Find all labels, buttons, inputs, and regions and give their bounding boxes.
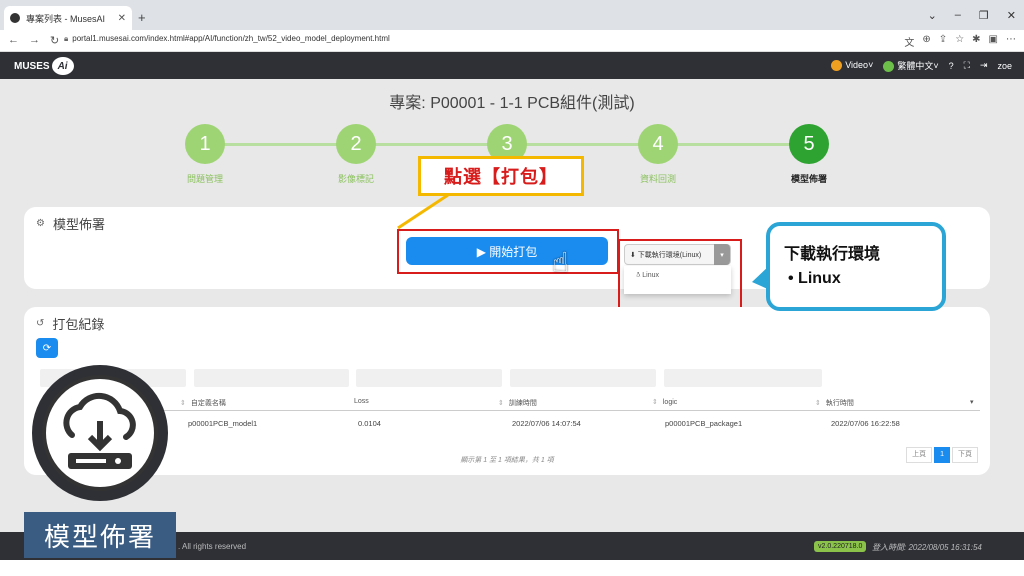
star-icon[interactable]: ☆ [955,34,964,49]
app-header: MUSES Ai Video˅ 繁體中文˅ ? ⛶ ⇥ zoe [0,52,1024,79]
restore-icon[interactable]: ❐ [979,9,989,22]
page-1-button[interactable]: 1 [934,447,950,463]
table-row[interactable]: p00001PCB_model1 0.0104 2022/07/06 14:07… [40,413,980,433]
language-menu[interactable]: 繁體中文˅ [883,59,939,73]
address-bar: ← → ↻ 🔒︎ portal1.musesai.com/index.html#a… [0,30,1024,52]
download-dropdown-menu: 🐧︎ Linux [624,266,731,294]
window-controls: ⌄ – ❐ ✕ [928,9,1016,22]
table-header: ⇕ 自定義名稱 Loss ⇕ 訓練時間 ⇕ logic ⇕ 執行時間 ▾ [40,393,980,411]
page-info: 顯示第 1 至 1 項結果，共 1 項 [460,457,554,464]
cloud-download-icon [42,375,158,491]
logo-ai-badge: Ai [51,57,74,75]
share-icon[interactable]: ⇪ [939,34,947,49]
step-5[interactable]: 5 模型佈署 [769,124,849,185]
translate-icon[interactable]: 文 [904,34,914,49]
video-icon [831,60,843,72]
zoom-icon[interactable]: ⊕ [922,34,930,49]
step-label: 影像標記 [337,174,374,184]
step-number: 5 [789,124,829,164]
logo[interactable]: MUSES Ai [14,57,74,75]
cell-loss: 0.0104 [358,419,381,428]
column-header[interactable]: ⇕ logic [652,398,677,406]
step-number: 2 [336,124,376,164]
language-label: 繁體中文 [897,61,934,71]
filter-input[interactable] [356,369,502,387]
new-tab-button[interactable]: + [138,10,146,25]
gears-icon: ⚙ [36,218,45,229]
step-1[interactable]: 1 問題管理 [165,124,245,185]
copyright-text: . All rights reserved [178,542,247,551]
forward-icon[interactable]: → [29,34,40,47]
download-env-label: ⬇ 下載執行環境(Linux) [630,251,702,259]
video-label: Video [845,60,869,70]
prev-page-button[interactable]: 上頁 [906,447,933,463]
cell-logic: p00001PCB_package1 [665,419,743,428]
user-name[interactable]: zoe [997,61,1012,71]
step-label: 問題管理 [186,174,223,184]
reload-icon[interactable]: ↻ [50,34,59,47]
url-field[interactable]: 🔒︎ portal1.musesai.com/index.html#app/AI/… [64,34,390,44]
filter-input[interactable] [510,369,656,387]
filter-input[interactable] [194,369,349,387]
download-callout: 下載執行環境 • Linux [766,222,946,311]
fullscreen-icon[interactable]: ⛶ [964,60,970,71]
tab-close-icon[interactable]: ✕ [118,13,126,24]
url-text: portal1.musesai.com/index.html#app/AI/fu… [72,34,390,43]
sidebar-icon[interactable]: ▣ [989,34,998,49]
help-icon[interactable]: ? [949,61,954,71]
sort-desc-icon[interactable]: ▾ [970,398,974,406]
close-window-icon[interactable]: ✕ [1007,9,1016,22]
video-menu[interactable]: Video˅ [831,60,873,72]
step-label: 模型佈署 [790,174,827,184]
history-icon: ↺ [36,318,45,329]
column-header[interactable]: ⇕ 訓練時間 [498,398,537,408]
step-2[interactable]: 2 影像標記 [316,124,396,185]
lock-icon: 🔒︎ [64,34,69,43]
tab-search-icon[interactable]: ⌄ [928,9,937,22]
column-header[interactable]: Loss [354,398,369,405]
records-card: ↺ 打包紀錄 ⟳ ⇕ 自定義名稱 Loss ⇕ 訓練時間 ⇕ logic ⇕ 執行時間 ▾… [24,307,990,475]
extensions-icon[interactable]: ✱ [972,34,980,49]
callout-title: 下載執行環境 [784,246,881,263]
step-number: 4 [638,124,678,164]
download-env-button[interactable]: ⬇ 下載執行環境(Linux) ▾ [624,244,731,265]
minimize-icon[interactable]: – [955,9,961,22]
column-header[interactable]: ⇕ 執行時間 [815,398,854,408]
back-icon[interactable]: ← [8,34,19,47]
records-card-title: 打包紀錄 [52,317,105,332]
pagination: 上頁 1 下頁 [906,447,978,463]
hand-cursor-icon: ☝︎ [552,247,570,278]
click-callout: 點選【打包】 [418,156,584,196]
logo-text: MUSES [14,60,50,72]
cell-exec-time: 2022/07/06 16:22:58 [831,419,900,428]
browser-tabbar: 專案列表 - MusesAI ✕ + ⌄ – ❐ ✕ [0,0,1024,30]
cell-train-time: 2022/07/06 14:07:54 [512,419,581,428]
menu-icon[interactable]: ⋯ [1006,34,1016,49]
cloud-download-badge [32,365,168,501]
deploy-label: 模型佈署 [24,512,176,558]
filter-input[interactable] [664,369,822,387]
logout-icon[interactable]: ⇥ [980,60,988,71]
tab-title: 專案列表 - MusesAI [26,13,106,24]
page-title: 專案: P00001 - 1-1 PCB組件(測試) [389,95,635,112]
globe-icon [883,61,895,73]
step-label: 資料回測 [639,174,676,184]
chevron-down-icon[interactable]: ▾ [714,244,730,265]
version-badge: v2.0.220718.0 [814,541,867,552]
browser-tab[interactable]: 專案列表 - MusesAI ✕ [4,6,132,30]
column-header[interactable]: ⇕ 自定義名稱 [180,398,226,408]
step-4[interactable]: 4 資料回測 [618,124,698,185]
deploy-card-title: 模型佈署 [52,217,105,232]
cell-name: p00001PCB_model1 [188,419,258,428]
login-time: 登入時間: 2022/08/05 16:31:54 [872,543,982,552]
favicon-icon [10,13,20,23]
linux-option[interactable]: Linux [642,272,659,279]
callout-item: • Linux [788,270,841,287]
step-number: 1 [185,124,225,164]
next-page-button[interactable]: 下頁 [952,447,978,463]
refresh-button[interactable]: ⟳ [36,338,58,358]
start-package-button[interactable]: ▶ 開始打包 [406,237,608,265]
